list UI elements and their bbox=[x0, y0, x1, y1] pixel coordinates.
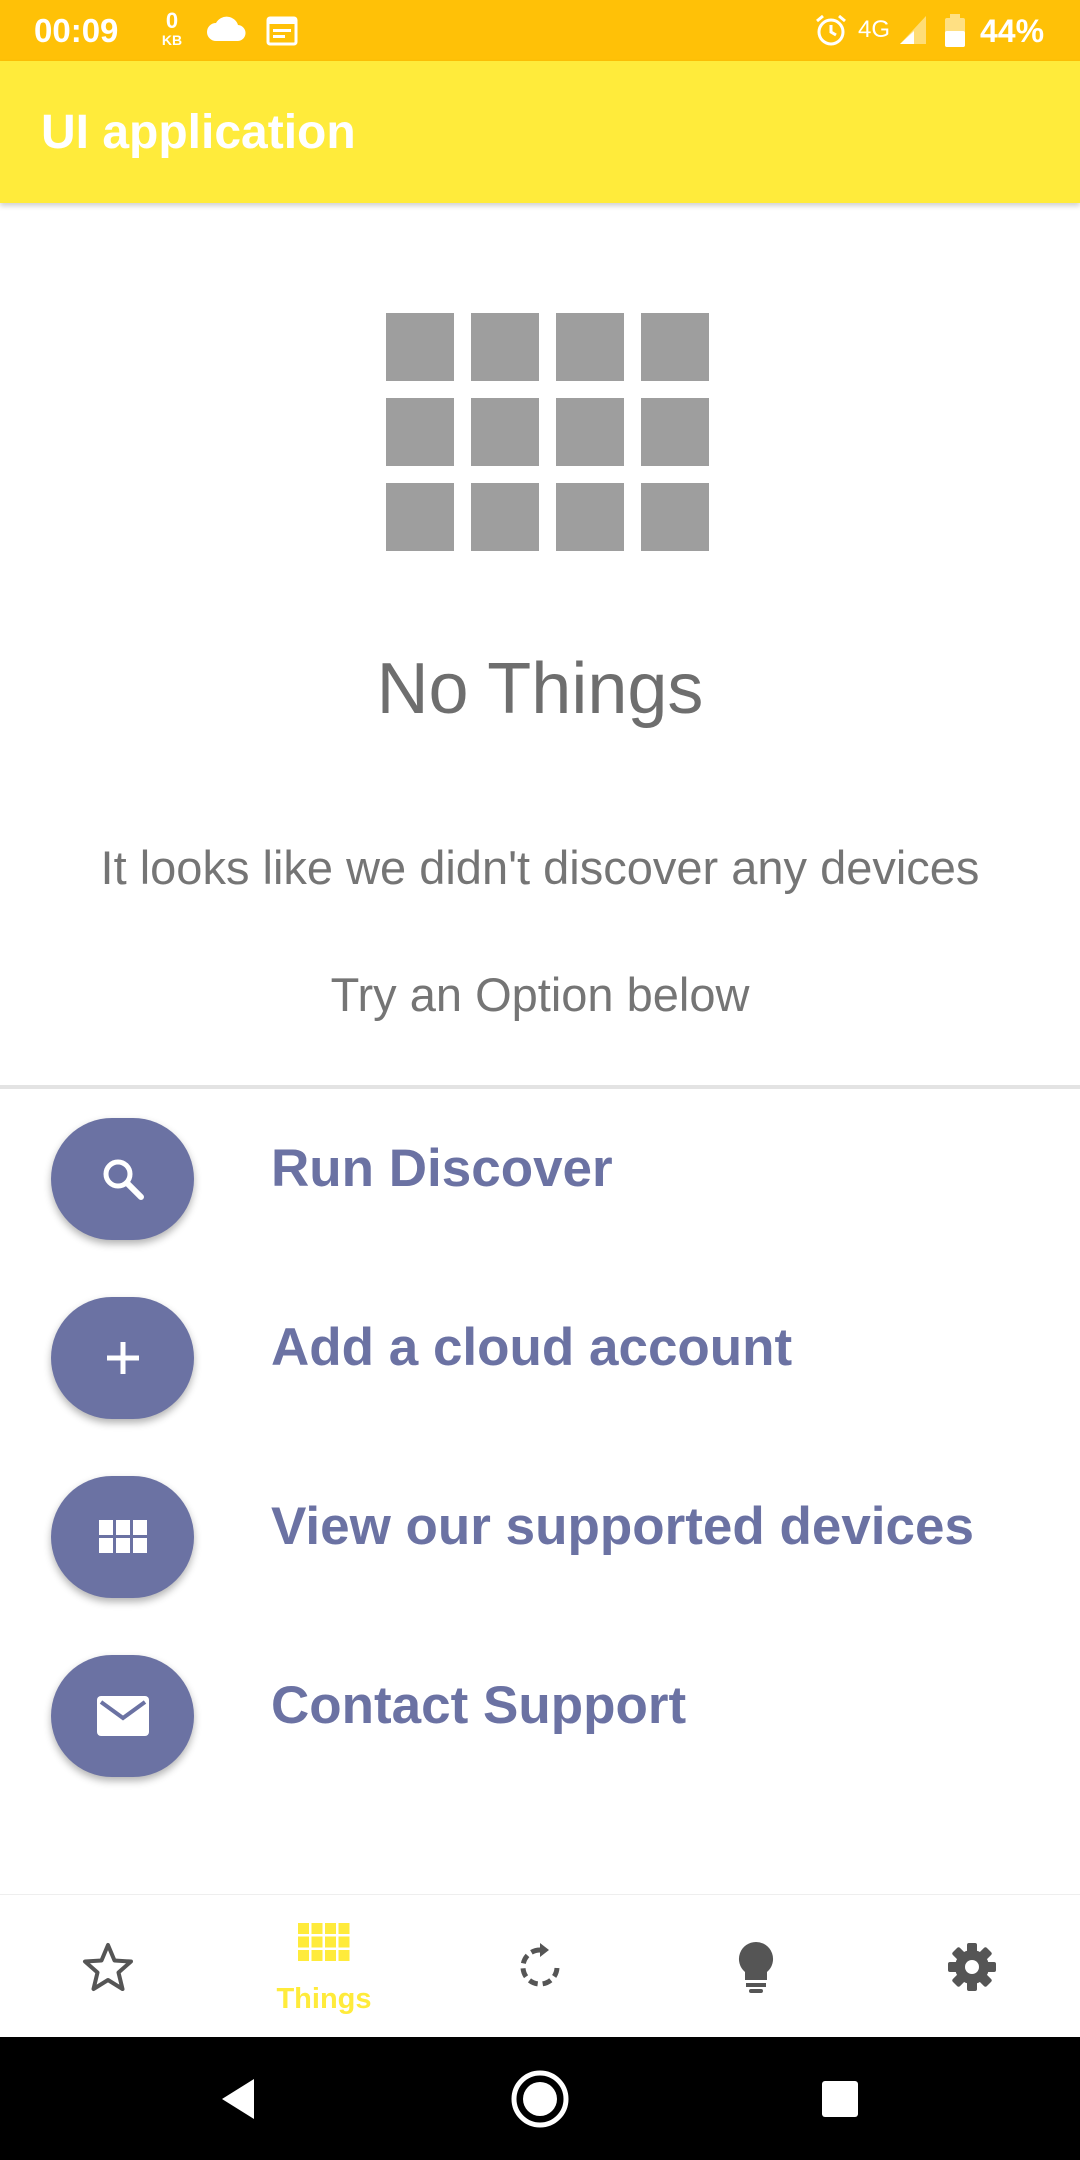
contact-support-button[interactable] bbox=[51, 1655, 194, 1777]
recents-icon[interactable] bbox=[820, 2079, 860, 2119]
option-contact-support[interactable]: Contact Support bbox=[0, 1655, 1080, 1785]
search-icon bbox=[103, 1159, 144, 1200]
divider bbox=[0, 1085, 1080, 1089]
mail-icon bbox=[96, 1696, 149, 1736]
option-add-cloud-account[interactable]: Add a cloud account bbox=[0, 1297, 1080, 1427]
view-supported-devices-button[interactable] bbox=[51, 1476, 194, 1598]
plus-icon bbox=[106, 1342, 139, 1374]
refresh-icon bbox=[520, 1942, 560, 1986]
grid-icon bbox=[298, 1923, 350, 1961]
data-rate-indicator: 0 KB bbox=[160, 8, 184, 49]
calendar-icon bbox=[266, 14, 298, 51]
apps-icon bbox=[98, 1520, 147, 1553]
nav-item-lights[interactable] bbox=[648, 1895, 864, 2038]
grid-cell bbox=[641, 483, 709, 551]
option-label[interactable]: Contact Support bbox=[271, 1675, 686, 1736]
lightbulb-icon bbox=[738, 1941, 774, 1993]
empty-state-hint: Try an Option below bbox=[330, 968, 750, 1021]
grid-cell bbox=[386, 398, 454, 466]
empty-state-description: It looks like we didn't discover any dev… bbox=[100, 841, 980, 894]
nav-item-favorites[interactable] bbox=[0, 1895, 216, 2038]
nav-label-things[interactable]: Things bbox=[216, 1983, 432, 2016]
grid-cell bbox=[386, 313, 454, 381]
nav-item-settings[interactable] bbox=[864, 1895, 1080, 2038]
app-bar: UI application bbox=[0, 61, 1080, 203]
grid-cell bbox=[471, 313, 539, 381]
empty-state-title: No Things bbox=[376, 649, 704, 729]
battery-percentage: 44% bbox=[980, 13, 1045, 49]
data-rate-unit: KB bbox=[161, 32, 183, 48]
cloud-icon bbox=[206, 15, 246, 48]
add-cloud-account-button[interactable] bbox=[51, 1297, 194, 1419]
option-label[interactable]: Run Discover bbox=[271, 1138, 613, 1199]
status-time: 00:09 bbox=[34, 12, 119, 49]
home-icon[interactable] bbox=[510, 2069, 570, 2129]
status-bar: 00:09 0 KB 4G 44% bbox=[0, 0, 1080, 61]
grid-cell bbox=[641, 398, 709, 466]
run-discover-button[interactable] bbox=[51, 1118, 194, 1240]
grid-cell bbox=[556, 483, 624, 551]
grid-cell bbox=[641, 313, 709, 381]
grid-cell bbox=[556, 313, 624, 381]
option-label[interactable]: Add a cloud account bbox=[271, 1317, 792, 1378]
alarm-icon bbox=[814, 13, 848, 52]
app-title: UI application bbox=[41, 106, 356, 159]
grid-cell bbox=[471, 398, 539, 466]
gear-icon bbox=[948, 1942, 996, 1991]
star-icon bbox=[83, 1942, 133, 1991]
signal-icon bbox=[898, 14, 928, 51]
data-rate-value: 0 bbox=[165, 8, 179, 33]
back-icon[interactable] bbox=[218, 2077, 258, 2121]
grid-cell bbox=[386, 483, 454, 551]
option-view-supported-devices[interactable]: View our supported devices bbox=[0, 1476, 1080, 1606]
bottom-navigation: Things bbox=[0, 1894, 1080, 2038]
grid-cell bbox=[556, 398, 624, 466]
system-navigation-bar bbox=[0, 2037, 1080, 2160]
grid-cell bbox=[471, 483, 539, 551]
nav-item-refresh[interactable] bbox=[432, 1895, 648, 2038]
option-run-discover[interactable]: Run Discover bbox=[0, 1118, 1080, 1248]
battery-icon bbox=[944, 14, 966, 53]
network-type: 4G bbox=[858, 16, 891, 43]
option-label[interactable]: View our supported devices bbox=[271, 1496, 974, 1557]
nav-item-things[interactable]: Things bbox=[216, 1895, 432, 2038]
